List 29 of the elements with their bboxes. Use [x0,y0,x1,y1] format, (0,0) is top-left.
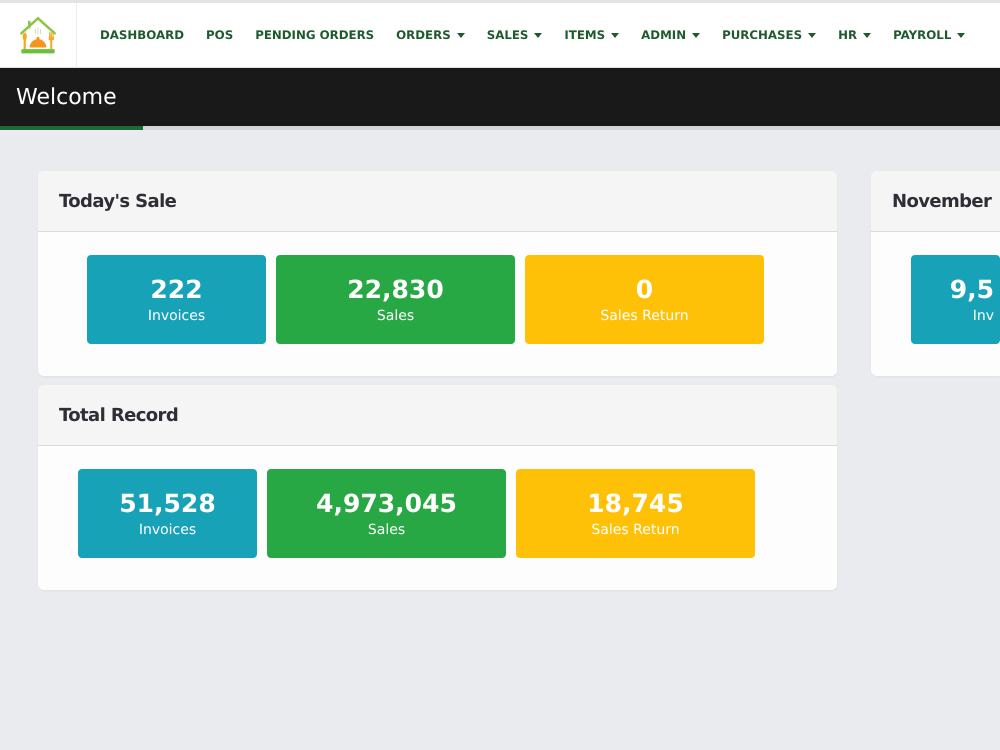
stat-label: Sales [376,308,414,324]
card-title: Today's Sale [59,190,176,212]
stat-value: 9,5 [950,275,994,305]
stat-label: Invoices [148,308,206,324]
house-logo-icon[interactable] [18,14,58,56]
stat-value: 0 [636,275,654,305]
stat-value: 4,973,045 [316,489,457,519]
stat-label: Sales [368,522,406,538]
stat-value: 51,528 [119,489,216,519]
nav-link[interactable]: HR [838,28,872,42]
card-title: Total Record [59,404,178,426]
nav-link[interactable]: ADMIN [641,28,700,42]
card-title: November [892,190,992,212]
stat-value: 18,745 [587,489,684,519]
stat-label: Sales Return [600,308,689,324]
nav-link[interactable]: SALES [486,28,542,42]
stat-label: Inv [972,308,994,324]
nav-link[interactable]: PENDING ORDERS [255,28,374,42]
stat-value: 22,830 [347,275,444,305]
stat-label: Invoices [138,522,196,538]
stat-value: 222 [150,275,203,305]
nav-link[interactable]: ITEMS [564,28,620,42]
page-title: Welcome [16,84,117,110]
nav-link[interactable]: PAYROLL [893,28,966,42]
nav-link[interactable]: POS [206,28,234,42]
nav-link[interactable]: PURCHASES [722,28,816,42]
stat-label: Sales Return [591,522,680,538]
nav-link[interactable]: DASHBOARD [100,28,184,42]
nav-link[interactable]: ORDERS [396,28,465,42]
